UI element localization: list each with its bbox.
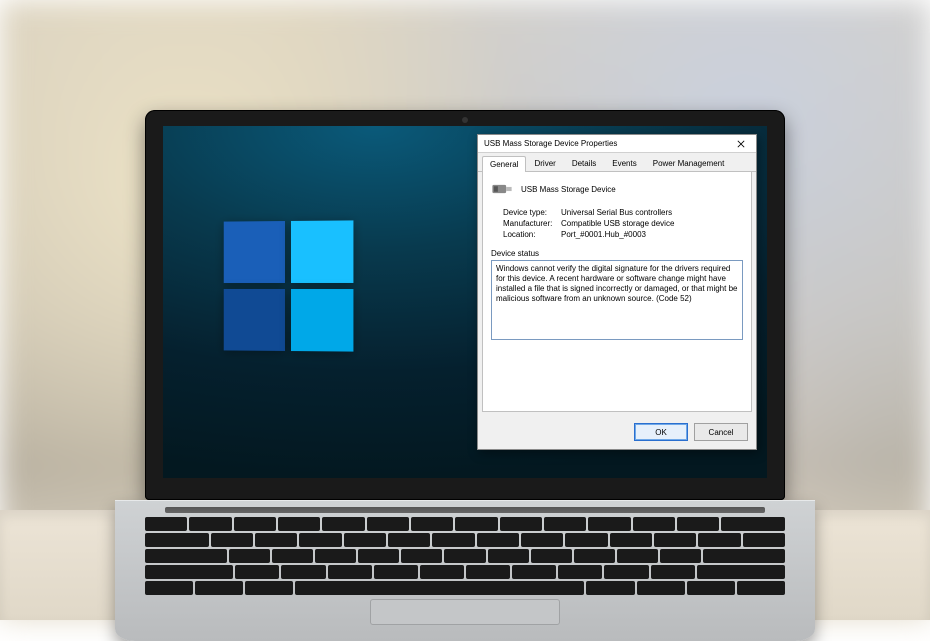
tab-details[interactable]: Details (564, 155, 604, 171)
close-button[interactable] (728, 136, 754, 152)
tab-events[interactable]: Events (604, 155, 644, 171)
ok-button[interactable]: OK (634, 423, 688, 441)
windows-logo (224, 220, 354, 351)
keyboard (145, 517, 785, 595)
dialog-titlebar[interactable]: USB Mass Storage Device Properties (478, 135, 756, 153)
dialog-title: USB Mass Storage Device Properties (484, 139, 617, 148)
manufacturer-label: Manufacturer: (503, 219, 561, 228)
prop-row-device-type: Device type: Universal Serial Bus contro… (503, 208, 743, 217)
device-properties-dialog: USB Mass Storage Device Properties Gener… (477, 134, 757, 450)
manufacturer-value: Compatible USB storage device (561, 219, 674, 228)
cancel-button[interactable]: Cancel (694, 423, 748, 441)
usb-device-icon (491, 180, 513, 198)
tab-general[interactable]: General (482, 156, 526, 172)
prop-row-manufacturer: Manufacturer: Compatible USB storage dev… (503, 219, 743, 228)
screen-bezel: USB Mass Storage Device Properties Gener… (145, 110, 785, 500)
tab-content-general: USB Mass Storage Device Device type: Uni… (482, 172, 752, 412)
tab-driver[interactable]: Driver (526, 155, 563, 171)
logo-quadrant-br (291, 289, 353, 352)
dialog-button-row: OK Cancel (478, 416, 756, 449)
device-name: USB Mass Storage Device (521, 185, 616, 194)
device-type-value: Universal Serial Bus controllers (561, 208, 672, 217)
laptop: USB Mass Storage Device Properties Gener… (145, 110, 785, 641)
location-label: Location: (503, 230, 561, 239)
tab-power-management[interactable]: Power Management (645, 155, 733, 171)
hinge (165, 507, 765, 513)
tab-strip: General Driver Details Events Power Mana… (478, 153, 756, 172)
camera-dot (462, 117, 468, 123)
device-status-textbox[interactable]: Windows cannot verify the digital signat… (491, 260, 743, 340)
trackpad (370, 599, 560, 625)
device-status-label: Device status (491, 249, 743, 258)
desktop-screen: USB Mass Storage Device Properties Gener… (163, 126, 767, 478)
close-icon (737, 140, 745, 148)
logo-quadrant-tr (291, 220, 353, 283)
device-status-text: Windows cannot verify the digital signat… (496, 264, 737, 303)
location-value: Port_#0001.Hub_#0003 (561, 230, 646, 239)
prop-row-location: Location: Port_#0001.Hub_#0003 (503, 230, 743, 239)
device-header: USB Mass Storage Device (491, 180, 743, 198)
logo-quadrant-tl (224, 221, 285, 283)
device-type-label: Device type: (503, 208, 561, 217)
device-properties-block: Device type: Universal Serial Bus contro… (503, 208, 743, 239)
logo-quadrant-bl (224, 289, 285, 351)
